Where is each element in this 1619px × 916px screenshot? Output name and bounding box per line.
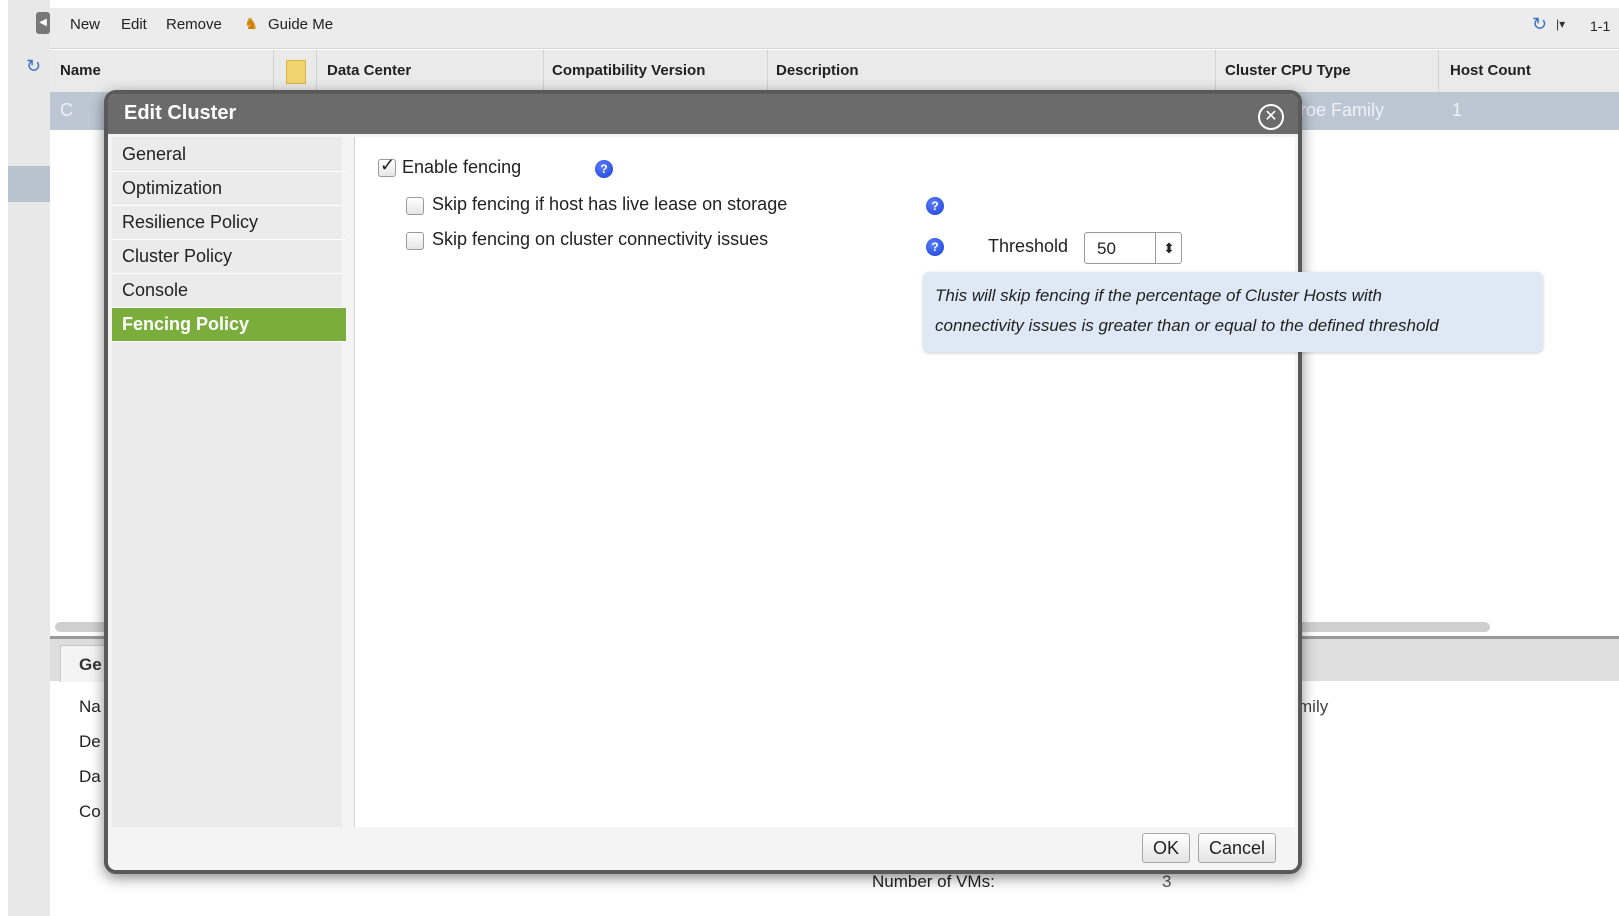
edit-button[interactable]: Edit (121, 16, 147, 33)
left-panel-selected-item[interactable] (8, 166, 50, 202)
column-description[interactable]: Description (776, 62, 859, 79)
threshold-stepper[interactable]: 50 ⬍ (1084, 232, 1182, 264)
dropdown-icon[interactable]: |▾ (1556, 17, 1565, 31)
vms-value: 3 (1162, 872, 1172, 891)
skip-lease-label[interactable]: Skip fencing if host has live lease on s… (432, 194, 787, 215)
help-icon[interactable]: ? (926, 197, 944, 215)
dialog-footer (108, 830, 1298, 870)
cancel-button[interactable]: Cancel (1198, 833, 1276, 863)
left-panel: ◀ ↻ (8, 0, 50, 916)
detail-label: Co (79, 802, 101, 821)
tooltip-line: connectivity issues is greater than or e… (935, 316, 1439, 335)
comment-icon (286, 60, 306, 84)
guide-me-icon: ♞ (244, 16, 259, 33)
tab-general-label: Ge (79, 655, 102, 674)
new-button[interactable]: New (70, 16, 100, 33)
guide-me-button[interactable]: Guide Me (268, 16, 333, 33)
collapse-icon[interactable]: ◀ (36, 12, 50, 34)
tab-cluster-policy[interactable]: Cluster Policy (112, 240, 346, 274)
vms-label: Number of VMs: (872, 872, 995, 891)
help-icon[interactable]: ? (926, 238, 944, 256)
left-margin (0, 0, 8, 916)
threshold-value: 50 (1097, 239, 1116, 258)
detail-label: De (79, 732, 101, 751)
column-divider (316, 50, 317, 92)
detail-cpu-value: mily (1298, 697, 1329, 716)
remove-button[interactable]: Remove (166, 16, 222, 33)
column-divider (1215, 50, 1216, 92)
column-cluster-cpu-type[interactable]: Cluster CPU Type (1225, 62, 1351, 79)
detail-label: Na (79, 697, 101, 716)
column-data-center[interactable]: Data Center (327, 62, 411, 79)
close-icon[interactable]: ✕ (1258, 104, 1284, 130)
help-icon[interactable]: ? (595, 160, 613, 178)
column-divider (1438, 50, 1439, 92)
refresh-icon[interactable]: ↻ (26, 56, 41, 77)
row-host-count: 1 (1452, 100, 1463, 120)
column-host-count[interactable]: Host Count (1450, 62, 1531, 79)
threshold-label: Threshold (988, 236, 1069, 256)
threshold-tooltip: This will skip fencing if the percentage… (923, 272, 1543, 352)
tab-general[interactable]: General (112, 138, 346, 172)
detail-label: Da (79, 767, 101, 786)
tab-console[interactable]: Console (112, 274, 346, 308)
stepper-arrows-icon[interactable]: ⬍ (1155, 233, 1182, 263)
refresh-icon[interactable]: ↻ (1532, 14, 1547, 35)
column-compatibility-version[interactable]: Compatibility Version (552, 62, 705, 79)
column-divider (273, 50, 274, 92)
tab-fencing-policy[interactable]: Fencing Policy (112, 308, 346, 342)
pager-label: 1-1 (1590, 18, 1611, 34)
enable-fencing-label[interactable]: Enable fencing (402, 157, 521, 178)
row-cpu-type: roe Family (1300, 100, 1385, 120)
skip-lease-checkbox[interactable] (406, 197, 424, 215)
tab-resilience-policy[interactable]: Resilience Policy (112, 206, 346, 240)
checkmark-icon: ✓ (380, 155, 396, 175)
dialog-title: Edit Cluster (124, 102, 237, 124)
skip-connectivity-checkbox[interactable] (406, 232, 424, 250)
ok-button[interactable]: OK (1142, 833, 1190, 863)
edit-cluster-dialog: Edit Cluster ✕ General Optimization Resi… (104, 90, 1302, 874)
dialog-title-bar[interactable]: Edit Cluster ✕ (108, 94, 1298, 134)
enable-fencing-checkbox[interactable]: ✓ (378, 155, 396, 177)
row-name: C (60, 100, 73, 120)
tab-optimization[interactable]: Optimization (112, 172, 346, 206)
column-divider (767, 50, 768, 92)
tooltip-line: This will skip fencing if the percentage… (935, 286, 1382, 305)
skip-connectivity-label[interactable]: Skip fencing on cluster connectivity iss… (432, 229, 768, 250)
column-divider (543, 50, 544, 92)
column-name[interactable]: Name (60, 62, 101, 79)
